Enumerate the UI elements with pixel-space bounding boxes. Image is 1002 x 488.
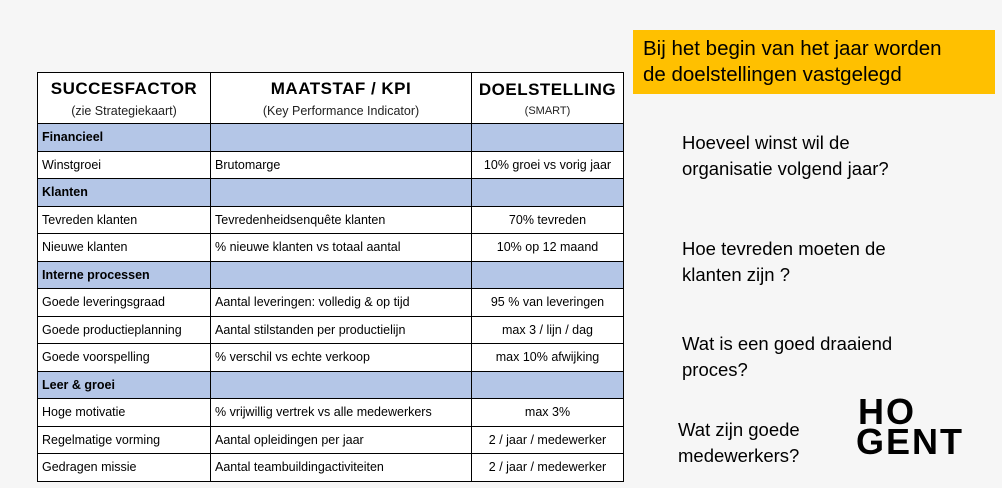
question-profit: Hoeveel winst wil de organisatie volgend… bbox=[682, 130, 889, 182]
kpi-cell: Aantal opleidingen per jaar bbox=[210, 425, 472, 454]
success-factor-cell: Tevreden klanten bbox=[37, 205, 211, 234]
kpi-cell: % nieuwe klanten vs totaal aantal bbox=[210, 233, 472, 262]
table-cell bbox=[210, 370, 472, 399]
success-factor-cell: Gedragen missie bbox=[37, 453, 211, 482]
table-row: Hoge motivatie % vrijwillig vertrek vs a… bbox=[37, 398, 624, 427]
header-title: MAATSTAF / KPI bbox=[270, 78, 412, 98]
table-cell bbox=[471, 178, 624, 207]
target-cell: 2 / jaar / medewerker bbox=[471, 453, 624, 482]
kpi-cell: Aantal stilstanden per productielijn bbox=[210, 315, 472, 344]
success-factor-cell: Goede productieplanning bbox=[37, 315, 211, 344]
question-line: medewerkers? bbox=[678, 445, 800, 466]
kpi-cell: Aantal teambuildingactiviteiten bbox=[210, 453, 472, 482]
success-factor-cell: Nieuwe klanten bbox=[37, 233, 211, 262]
target-cell: max 3 / lijn / dag bbox=[471, 315, 624, 344]
category-label: Leer & groei bbox=[37, 370, 211, 399]
category-label: Interne processen bbox=[37, 260, 211, 289]
banner-line: Bij het begin van het jaar worden bbox=[643, 37, 942, 60]
question-satisfaction: Hoe tevreden moeten de klanten zijn ? bbox=[682, 236, 886, 288]
question-line: Wat is een goed draaiend bbox=[682, 333, 893, 354]
category-row: Interne processen bbox=[37, 260, 624, 289]
target-cell: max 3% bbox=[471, 398, 624, 427]
kpi-cell: Brutomarge bbox=[210, 150, 472, 179]
table-cell bbox=[210, 178, 472, 207]
target-cell: 10% groei vs vorig jaar bbox=[471, 150, 624, 179]
kpi-cell: Tevredenheidsenquête klanten bbox=[210, 205, 472, 234]
target-cell: 2 / jaar / medewerker bbox=[471, 425, 624, 454]
target-cell: 70% tevreden bbox=[471, 205, 624, 234]
question-process: Wat is een goed draaiend proces? bbox=[682, 331, 892, 383]
table-cell bbox=[471, 370, 624, 399]
table-row: Nieuwe klanten % nieuwe klanten vs totaa… bbox=[37, 233, 624, 262]
question-line: Hoe tevreden moeten de bbox=[682, 238, 886, 259]
category-label: Klanten bbox=[37, 178, 211, 207]
table-cell bbox=[210, 123, 472, 152]
header-subtitle: (zie Strategiekaart) bbox=[71, 103, 177, 118]
category-row: Klanten bbox=[37, 178, 624, 207]
success-factor-cell: Hoge motivatie bbox=[37, 398, 211, 427]
success-factor-cell: Winstgroei bbox=[37, 150, 211, 179]
question-line: klanten zijn ? bbox=[682, 264, 790, 285]
table-cell bbox=[210, 260, 472, 289]
header-subtitle: (Key Performance Indicator) bbox=[262, 103, 420, 118]
table-header-row: SUCCESFACTOR (zie Strategiekaart) MAATST… bbox=[37, 72, 624, 124]
table-cell bbox=[471, 123, 624, 152]
header-succesfactor: SUCCESFACTOR (zie Strategiekaart) bbox=[37, 72, 211, 124]
banner-line: de doelstellingen vastgelegd bbox=[643, 63, 902, 86]
header-doelstelling: DOELSTELLING (SMART) bbox=[471, 72, 624, 124]
hogent-logo: HO GENT bbox=[856, 394, 968, 462]
question-line: Wat zijn goede bbox=[678, 419, 800, 440]
question-line: organisatie volgend jaar? bbox=[682, 158, 889, 179]
category-label: Financieel bbox=[37, 123, 211, 152]
question-line: Hoeveel winst wil de bbox=[682, 132, 850, 153]
goal-banner: Bij het begin van het jaar worden de doe… bbox=[633, 30, 995, 94]
table-row: Goede voorspelling % verschil vs echte v… bbox=[37, 343, 624, 372]
success-factor-cell: Goede voorspelling bbox=[37, 343, 211, 372]
success-factor-cell: Goede leveringsgraad bbox=[37, 288, 211, 317]
table-row: Goede productieplanning Aantal stilstand… bbox=[37, 315, 624, 344]
category-row: Financieel bbox=[37, 123, 624, 152]
table-row: Goede leveringsgraad Aantal leveringen: … bbox=[37, 288, 624, 317]
question-employees: Wat zijn goede medewerkers? bbox=[678, 417, 800, 469]
kpi-table: SUCCESFACTOR (zie Strategiekaart) MAATST… bbox=[37, 72, 624, 482]
header-kpi: MAATSTAF / KPI (Key Performance Indicato… bbox=[210, 72, 472, 124]
target-cell: 95 % van leveringen bbox=[471, 288, 624, 317]
header-subtitle: (SMART) bbox=[524, 104, 571, 117]
logo-line: GENT bbox=[856, 421, 965, 462]
category-row: Leer & groei bbox=[37, 370, 624, 399]
table-row: Gedragen missie Aantal teambuildingactiv… bbox=[37, 453, 624, 482]
header-title: DOELSTELLING bbox=[478, 79, 617, 99]
table-row: Regelmatige vorming Aantal opleidingen p… bbox=[37, 425, 624, 454]
table-row: Tevreden klanten Tevredenheidsenquête kl… bbox=[37, 205, 624, 234]
kpi-cell: Aantal leveringen: volledig & op tijd bbox=[210, 288, 472, 317]
header-title: SUCCESFACTOR bbox=[50, 78, 198, 98]
target-cell: max 10% afwijking bbox=[471, 343, 624, 372]
table-row: Winstgroei Brutomarge 10% groei vs vorig… bbox=[37, 150, 624, 179]
kpi-cell: % vrijwillig vertrek vs alle medewerkers bbox=[210, 398, 472, 427]
question-line: proces? bbox=[682, 359, 748, 380]
table-cell bbox=[471, 260, 624, 289]
kpi-cell: % verschil vs echte verkoop bbox=[210, 343, 472, 372]
target-cell: 10% op 12 maand bbox=[471, 233, 624, 262]
success-factor-cell: Regelmatige vorming bbox=[37, 425, 211, 454]
